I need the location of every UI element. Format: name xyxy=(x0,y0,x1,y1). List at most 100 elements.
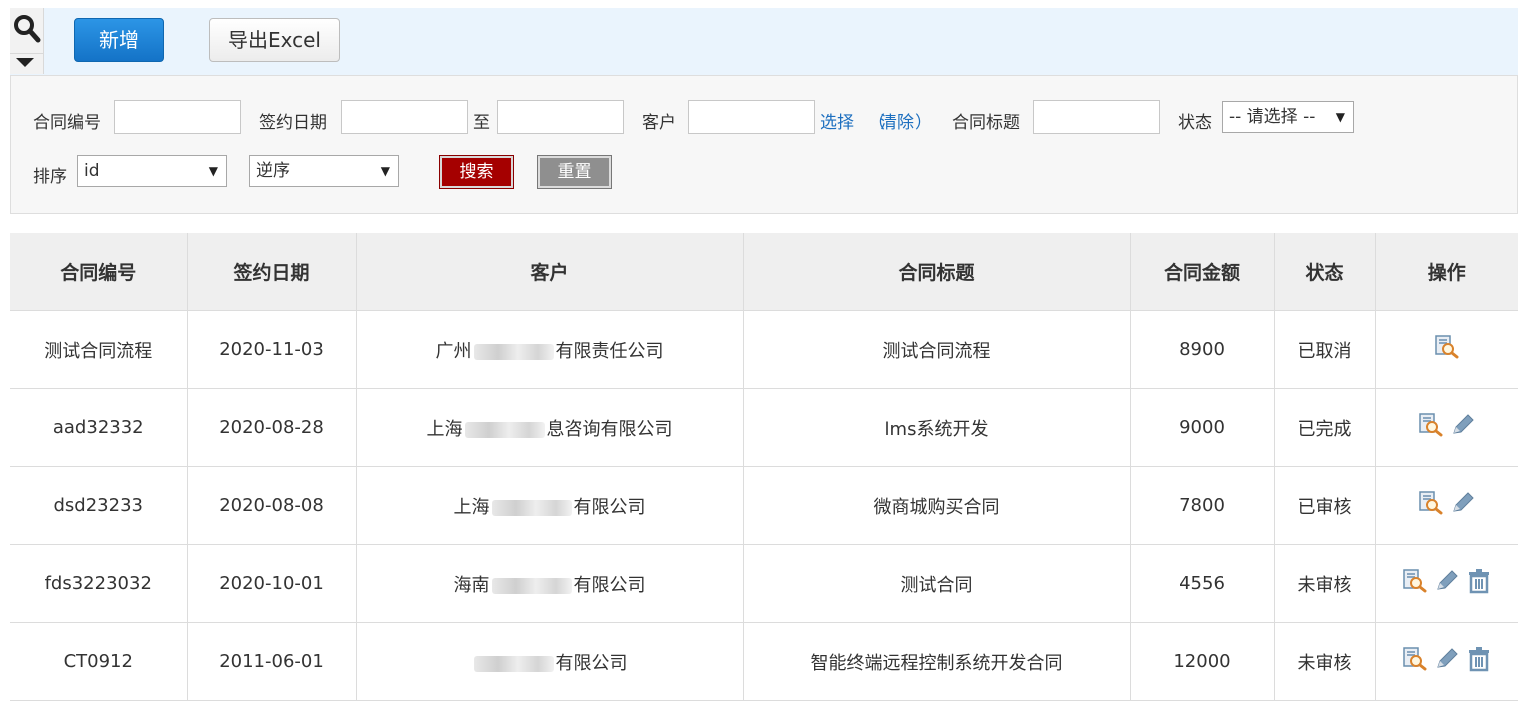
table-row: CT0912 2011-06-01 有限公司 智能终端远程控制系统开发合同 12000 未… xyxy=(10,622,1518,701)
cell-contract-title: 智能终端远程控制系统开发合同 xyxy=(743,622,1131,701)
redacted-text xyxy=(491,499,572,516)
magnifier-document-icon[interactable] xyxy=(1434,335,1460,364)
cell-contract-title: 测试合同 xyxy=(743,544,1131,623)
sort-field-value: id xyxy=(84,161,100,181)
export-excel-button[interactable]: 导出Excel xyxy=(209,18,340,62)
search-icon[interactable] xyxy=(13,14,41,48)
header-sign-date[interactable]: 签约日期 xyxy=(187,233,357,311)
cell-actions xyxy=(1375,544,1518,623)
contract-title-input[interactable] xyxy=(1033,100,1160,134)
header-actions: 操作 xyxy=(1375,233,1518,311)
row-actions xyxy=(1402,568,1492,599)
contract-no-input[interactable] xyxy=(114,100,241,134)
select-customer-link[interactable]: 选择 xyxy=(820,108,854,133)
cell-actions xyxy=(1375,388,1518,467)
pencil-icon[interactable] xyxy=(1450,491,1476,520)
cell-status: 未审核 xyxy=(1274,544,1376,623)
header-customer[interactable]: 客户 xyxy=(356,233,744,311)
header-contract-no[interactable]: 合同编号 xyxy=(10,233,188,311)
dropdown-arrow-icon: ▼ xyxy=(380,164,390,178)
pencil-icon[interactable] xyxy=(1434,647,1460,676)
redacted-text xyxy=(491,577,572,594)
customer-suffix: 有限责任公司 xyxy=(555,340,664,362)
cell-status: 已取消 xyxy=(1274,310,1376,389)
cell-amount: 7800 xyxy=(1130,466,1275,545)
header-contract-title[interactable]: 合同标题 xyxy=(743,233,1131,311)
cell-sign-date: 2020-08-28 xyxy=(187,388,357,467)
cell-status: 已完成 xyxy=(1274,388,1376,467)
sign-date-label: 签约日期 xyxy=(259,113,327,133)
customer-prefix: 广州 xyxy=(435,340,472,362)
pencil-icon[interactable] xyxy=(1450,413,1476,442)
side-tools xyxy=(10,8,44,74)
dropdown-arrow-icon: ▼ xyxy=(208,164,218,178)
cell-amount: 12000 xyxy=(1130,622,1275,701)
cell-customer: 有限公司 xyxy=(356,622,744,701)
trash-icon[interactable] xyxy=(1466,568,1492,599)
header-amount[interactable]: 合同金额 xyxy=(1130,233,1275,311)
magnifier-document-icon[interactable] xyxy=(1418,491,1444,520)
cell-actions xyxy=(1375,622,1518,701)
table-row: fds3223032 2020-10-01 海南 有限公司 测试合同 4556 未审核 xyxy=(10,544,1518,623)
trash-icon[interactable] xyxy=(1466,646,1492,677)
customer-suffix: 息咨询有限公司 xyxy=(546,418,673,440)
row-actions xyxy=(1434,335,1460,364)
cell-amount: 8900 xyxy=(1130,310,1275,389)
customer-suffix: 有限公司 xyxy=(573,496,646,518)
sort-order-select[interactable]: 逆序 ▼ xyxy=(249,155,399,187)
cell-amount: 4556 xyxy=(1130,544,1275,623)
magnifier-document-icon[interactable] xyxy=(1402,569,1428,598)
table-header-row: 合同编号 签约日期 客户 合同标题 合同金额 状态 操作 xyxy=(10,233,1518,311)
pencil-icon[interactable] xyxy=(1434,569,1460,598)
status-label: 状态 xyxy=(1178,113,1212,133)
cell-sign-date: 2020-08-08 xyxy=(187,466,357,545)
redacted-text xyxy=(473,343,554,360)
cell-contract-no: dsd23233 xyxy=(10,466,188,545)
cell-customer: 广州 有限责任公司 xyxy=(356,310,744,389)
customer-suffix: 有限公司 xyxy=(573,574,646,596)
sort-field-select[interactable]: id ▼ xyxy=(77,155,227,187)
cell-contract-no: aad32332 xyxy=(10,388,188,467)
search-button[interactable]: 搜索 xyxy=(439,155,514,189)
redacted-text xyxy=(464,421,545,438)
cell-sign-date: 2020-10-01 xyxy=(187,544,357,623)
row-actions xyxy=(1402,646,1492,677)
customer-prefix: 海南 xyxy=(453,574,490,596)
customer-suffix: 有限公司 xyxy=(555,652,628,674)
table-row: aad32332 2020-08-28 上海 息咨询有限公司 lms系统开发 9000 已完… xyxy=(10,388,1518,467)
row-actions xyxy=(1418,491,1476,520)
clear-customer-link[interactable]: 清除 xyxy=(880,108,914,133)
cell-status: 已审核 xyxy=(1274,466,1376,545)
status-select-value: -- 请选择 -- xyxy=(1229,107,1316,127)
caret-down-icon[interactable] xyxy=(16,58,34,67)
dropdown-arrow-icon: ▼ xyxy=(1335,110,1345,124)
customer-label: 客户 xyxy=(642,113,676,133)
to-label: 至 xyxy=(473,113,490,133)
header-status[interactable]: 状态 xyxy=(1274,233,1376,311)
table-row: dsd23233 2020-08-08 上海 有限公司 微商城购买合同 7800 已审核 xyxy=(10,466,1518,545)
cell-customer: 上海 息咨询有限公司 xyxy=(356,388,744,467)
magnifier-document-icon[interactable] xyxy=(1402,647,1428,676)
sign-date-start-input[interactable] xyxy=(341,100,468,134)
contract-table: 合同编号 签约日期 客户 合同标题 合同金额 状态 操作 测试合同流程 2020-… xyxy=(10,233,1518,701)
add-button[interactable]: 新增 xyxy=(74,18,164,62)
cell-contract-title: lms系统开发 xyxy=(743,388,1131,467)
cell-actions xyxy=(1375,310,1518,389)
sign-date-end-input[interactable] xyxy=(497,100,624,134)
customer-prefix: 上海 xyxy=(453,496,490,518)
contract-title-label: 合同标题 xyxy=(952,113,1020,133)
customer-prefix: 上海 xyxy=(426,418,463,440)
cell-actions xyxy=(1375,466,1518,545)
sort-order-value: 逆序 xyxy=(256,161,290,181)
redacted-text xyxy=(473,655,554,672)
paren-close: ） xyxy=(915,113,932,133)
magnifier-document-icon[interactable] xyxy=(1418,413,1444,442)
cell-customer: 上海 有限公司 xyxy=(356,466,744,545)
cell-sign-date: 2020-11-03 xyxy=(187,310,357,389)
cell-contract-no: CT0912 xyxy=(10,622,188,701)
status-select[interactable]: -- 请选择 -- ▼ xyxy=(1222,101,1354,133)
cell-sign-date: 2011-06-01 xyxy=(187,622,357,701)
customer-input[interactable] xyxy=(688,100,815,134)
reset-button[interactable]: 重置 xyxy=(537,155,612,189)
cell-contract-no: 测试合同流程 xyxy=(10,310,188,389)
